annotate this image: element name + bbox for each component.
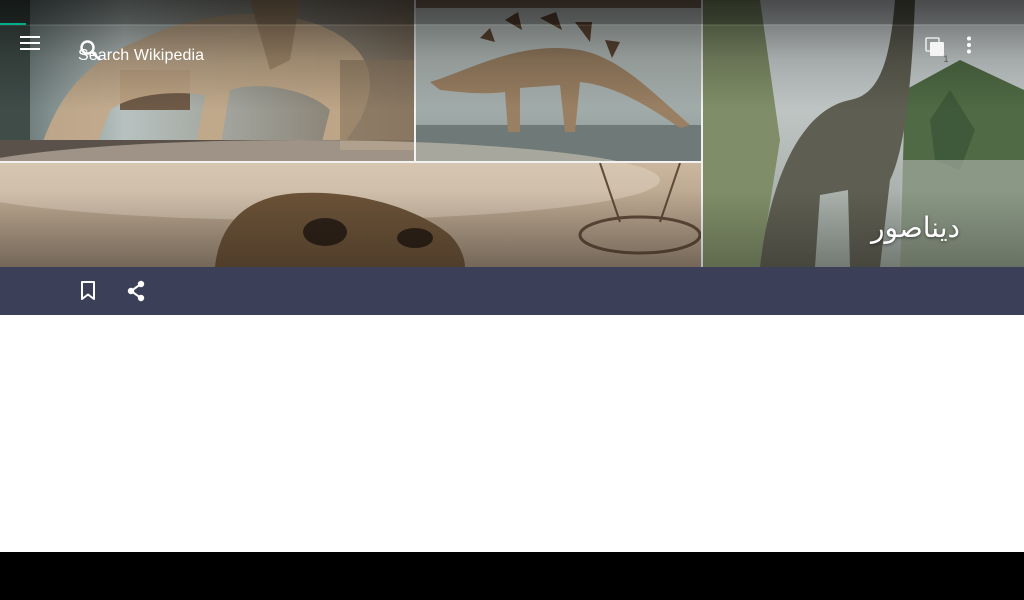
- article-title: ديناصور: [870, 211, 960, 244]
- status-strip: [0, 0, 1024, 24]
- share-button[interactable]: [116, 271, 156, 311]
- divider: [0, 25, 1024, 26]
- article-screen: Search Wikipedia 1 ديناصور: [0, 0, 1024, 552]
- hamburger-menu-icon: [20, 36, 40, 50]
- system-navigation-bar: [0, 552, 1024, 600]
- article-content: [0, 315, 1024, 552]
- share-icon: [127, 280, 145, 302]
- bookmark-icon: [81, 281, 95, 300]
- search-icon: [80, 40, 101, 61]
- tab-count: 1: [943, 54, 949, 64]
- overflow-menu-button[interactable]: [966, 36, 1006, 76]
- article-action-bar: [0, 267, 1024, 315]
- more-vert-icon: [967, 36, 971, 54]
- bookmark-button[interactable]: [68, 271, 108, 311]
- lead-image[interactable]: Search Wikipedia 1 ديناصور: [0, 0, 1024, 267]
- search-bar[interactable]: Search Wikipedia: [78, 38, 378, 74]
- tabs-button[interactable]: 1: [924, 36, 964, 76]
- menu-button[interactable]: [20, 36, 60, 76]
